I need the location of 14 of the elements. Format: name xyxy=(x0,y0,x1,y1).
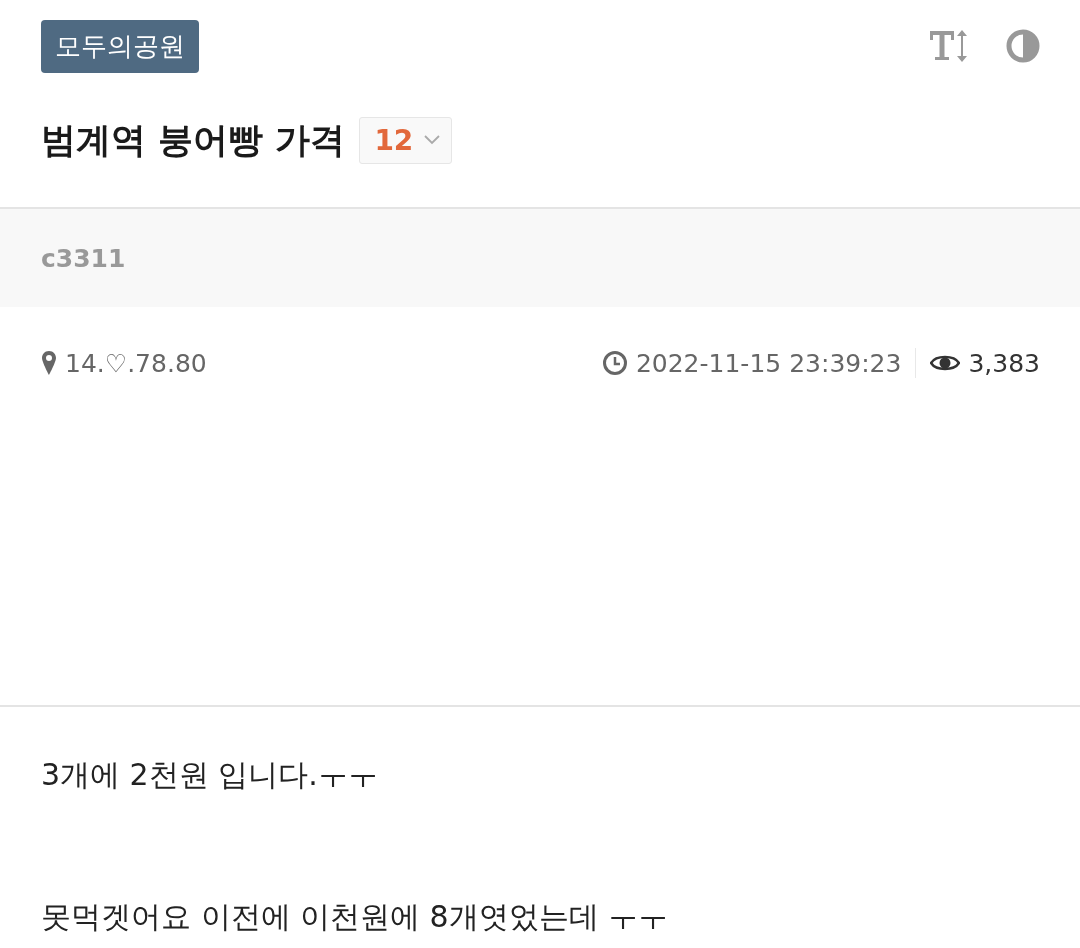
clock-icon xyxy=(601,350,628,376)
eye-icon xyxy=(930,353,961,373)
post-datetime: 2022-11-15 23:39:23 xyxy=(635,348,902,378)
location-pin-icon xyxy=(41,350,57,376)
comment-count-button[interactable]: 12 xyxy=(359,116,453,164)
board-tag[interactable]: 모두의공원 xyxy=(41,20,199,73)
ip-address: 14.♡.78.80 xyxy=(65,348,207,378)
body-text: 3개에 2천원 입니다.ㅜㅜ xyxy=(41,757,379,793)
author-name[interactable]: c3311 xyxy=(41,243,126,273)
chevron-down-icon xyxy=(423,134,442,146)
view-count: 3,383 xyxy=(968,348,1040,378)
body-text: 못먹겟어요 이전에 이천원에 8개엿었는데 ㅜㅜ xyxy=(41,899,670,935)
post-title: 범계역 붕어빵 가격 xyxy=(41,118,346,162)
contrast-icon[interactable] xyxy=(1006,28,1040,63)
